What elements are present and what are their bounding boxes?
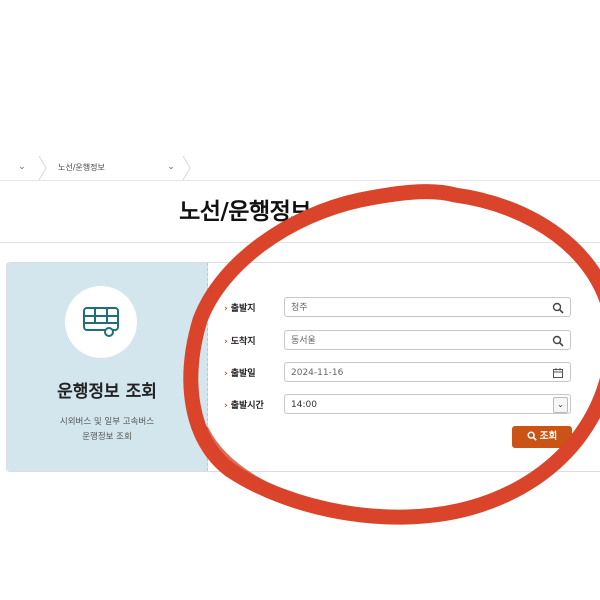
search-button-label: 조회 [539,431,558,442]
search-icon[interactable] [552,335,564,347]
info-panel-desc-line: 시외버스 및 일부 고속버스 [59,417,155,427]
time-row: › 출발시간 14:00 ⌄ [224,394,584,416]
bullet-arrow-icon: › [224,337,228,347]
arrival-input[interactable]: 동서울 [284,330,571,350]
breadcrumb-current[interactable]: 노선/운행정보 [58,162,105,173]
arrival-value: 동서울 [291,336,316,346]
search-button[interactable]: 조회 [512,426,572,448]
date-value: 2024-11-16 [291,368,344,378]
arrival-label-text: 도착지 [230,337,256,347]
arrival-row: › 도착지 동서울 [224,330,584,352]
departure-label: › 출발지 [224,301,256,314]
divider [0,242,600,243]
search-icon [527,431,537,441]
departure-row: › 출발지 청주 [224,297,584,319]
bullet-arrow-icon: › [224,401,228,411]
date-label-text: 출발일 [230,369,256,379]
arrival-label: › 도착지 [224,334,256,347]
info-panel-desc-line: 운행정보 조회 [82,432,132,442]
time-label: › 출발시간 [224,398,264,411]
search-icon[interactable] [552,302,564,314]
time-value: 14:00 [291,400,317,410]
departure-input[interactable]: 청주 [284,297,571,317]
departure-value: 청주 [291,303,308,313]
breadcrumb-separator [38,156,48,180]
breadcrumb-separator [182,156,192,180]
chevron-down-icon[interactable]: ⌄ [14,159,30,175]
date-row: › 출발일 2024-11-16 [224,362,584,384]
bullet-arrow-icon: › [224,304,228,314]
time-label-text: 출발시간 [230,401,264,411]
bus-icon-badge [65,286,137,358]
time-select[interactable]: 14:00 ⌄ [284,394,571,414]
departure-label-text: 출발지 [230,304,256,314]
date-label: › 출발일 [224,366,256,379]
chevron-down-icon[interactable]: ⌄ [553,397,568,413]
date-input[interactable]: 2024-11-16 [284,362,571,382]
info-panel-description: 시외버스 및 일부 고속버스 운행정보 조회 [7,415,207,445]
page-title: 노선/운행정보 [179,199,311,225]
bus-icon [83,307,119,337]
info-panel-title: 운행정보 조회 [57,382,157,402]
chevron-down-icon[interactable]: ⌄ [164,159,178,175]
info-panel: 운행정보 조회 시외버스 및 일부 고속버스 운행정보 조회 [7,263,208,471]
bullet-arrow-icon: › [224,369,228,379]
breadcrumb: ⌄ 노선/운행정보 ⌄ [0,156,600,181]
calendar-icon[interactable] [552,367,564,379]
